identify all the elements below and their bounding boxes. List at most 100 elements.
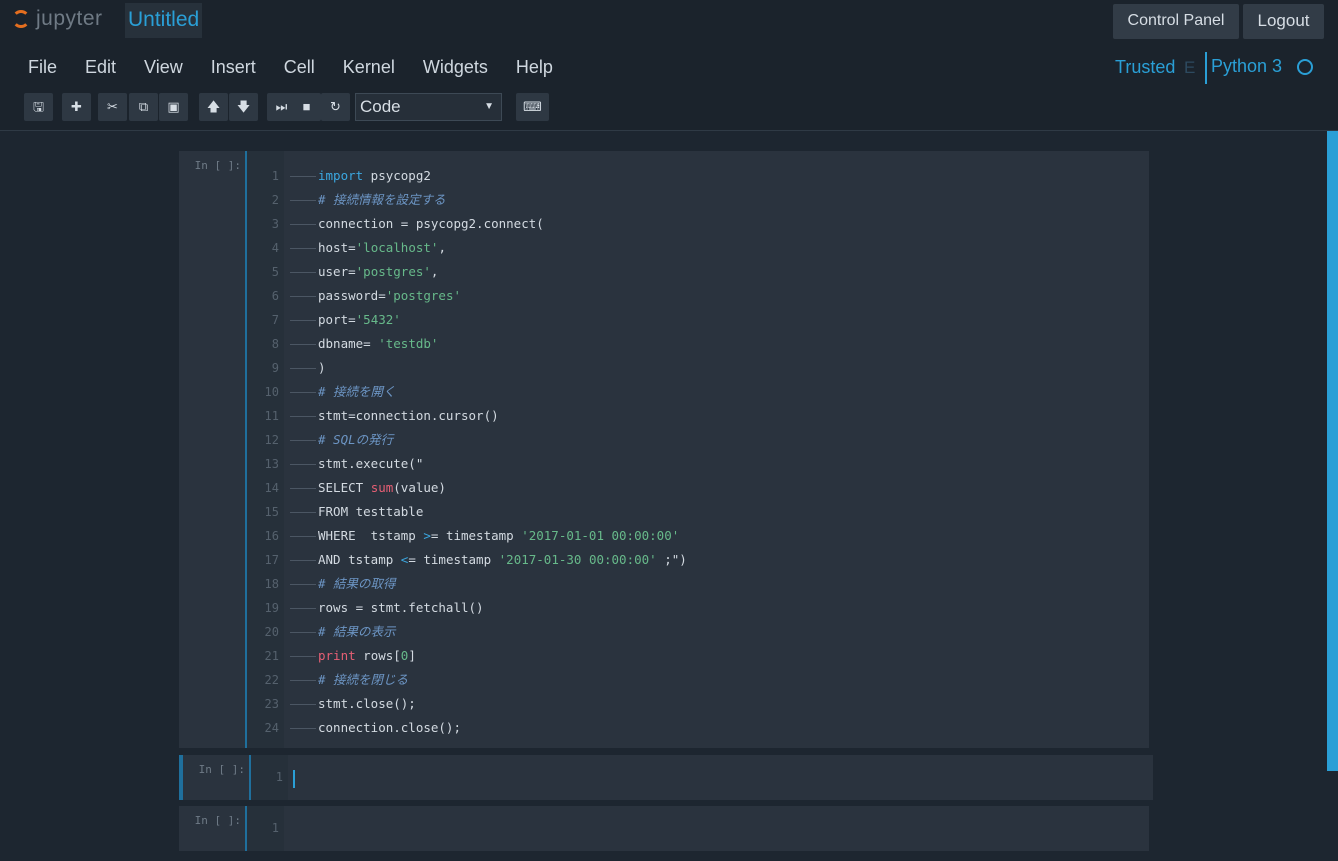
menu-view[interactable]: View <box>130 52 197 82</box>
kernel-name[interactable]: Python 3 <box>1211 56 1282 77</box>
arrow-down-icon: 🡇 <box>236 99 251 114</box>
indent-guide <box>290 728 316 729</box>
code-cell[interactable]: In [ ]: 1 <box>179 755 1153 800</box>
line-number: 2 <box>271 193 279 207</box>
menu-kernel[interactable]: Kernel <box>329 52 409 82</box>
menu-cell[interactable]: Cell <box>270 52 329 82</box>
move-up-button[interactable]: 🡅 <box>199 93 228 121</box>
keyboard-icon: ⌨ <box>523 99 542 114</box>
move-down-button[interactable]: 🡇 <box>229 93 258 121</box>
line-number: 19 <box>264 601 279 615</box>
logout-button[interactable]: Logout <box>1243 4 1324 39</box>
jupyter-logo[interactable]: jupyter <box>12 5 103 33</box>
code-line: 21 print rows[0] <box>265 644 1149 668</box>
indent-guide <box>290 560 316 561</box>
indent-guide <box>290 704 316 705</box>
line-number: 23 <box>264 697 279 711</box>
line-number: 13 <box>264 457 279 471</box>
line-number: 20 <box>264 625 279 639</box>
code-token: # 結果の取得 <box>318 576 396 591</box>
indent-guide <box>290 416 316 417</box>
insert-cell-button[interactable]: ✚ <box>62 93 91 121</box>
code-token: password= <box>318 288 386 303</box>
indent-guide <box>290 488 316 489</box>
interrupt-button[interactable]: ■ <box>292 93 321 121</box>
line-number: 1 <box>271 169 279 183</box>
notebook-scrollbar[interactable] <box>1327 131 1338 771</box>
menu-insert[interactable]: Insert <box>197 52 270 82</box>
code-text: # 結果の取得 <box>318 572 396 596</box>
code-line: 15 FROM testtable <box>265 500 1149 524</box>
code-token: user= <box>318 264 356 279</box>
line-number: 21 <box>264 649 279 663</box>
line-number: 1 <box>275 770 283 784</box>
copy-button[interactable]: ⧉ <box>129 93 158 121</box>
paste-button[interactable]: ▣ <box>159 93 188 121</box>
code-token: , <box>430 264 439 279</box>
trusted-indicator[interactable]: Trusted <box>1115 57 1175 78</box>
logo-text: jupyter <box>36 7 103 30</box>
indent-guide <box>290 392 316 393</box>
code-token: # 接続を閉じる <box>318 672 409 687</box>
line-number: 5 <box>271 265 279 279</box>
code-token: FROM testtable <box>318 504 424 519</box>
code-line: 7 port='5432' <box>272 308 1149 332</box>
line-number: 3 <box>271 217 279 231</box>
menu-widgets[interactable]: Widgets <box>409 52 502 82</box>
code-token: psycopg2 <box>363 168 431 183</box>
code-editor[interactable]: 1 import psycopg2 2 # 接続情報を設定する 3 connection … <box>265 164 1149 740</box>
line-number: 4 <box>271 241 279 255</box>
menu-edit[interactable]: Edit <box>71 52 130 82</box>
code-text: # SQLの発行 <box>318 428 393 452</box>
code-line: 22 # 接続を閉じる <box>265 668 1149 692</box>
menu-help[interactable]: Help <box>502 52 567 82</box>
code-line: 10 # 接続を開く <box>265 380 1149 404</box>
code-line: 19 rows = stmt.fetchall() <box>265 596 1149 620</box>
code-token: (value) <box>393 480 446 495</box>
menu-file[interactable]: File <box>14 52 71 82</box>
code-token: ) <box>318 360 326 375</box>
code-token: ] <box>408 648 416 663</box>
code-token: 'localhost' <box>355 240 439 255</box>
command-palette-button[interactable]: ⌨ <box>516 93 549 121</box>
code-token: rows[ <box>355 648 401 663</box>
code-text: # 接続を閉じる <box>318 668 408 692</box>
code-token: SELECT <box>318 480 371 495</box>
arrow-up-icon: 🡅 <box>206 99 221 114</box>
indent-guide <box>290 464 316 465</box>
plus-icon: ✚ <box>71 99 82 114</box>
code-text: # 結果の表示 <box>318 620 396 644</box>
refresh-icon: ↻ <box>330 99 341 114</box>
code-editor[interactable]: 1 <box>272 816 1149 840</box>
code-line: 12 # SQLの発行 <box>265 428 1149 452</box>
code-cell[interactable]: In [ ]: 1 import psycopg2 2 # 接続情報を設定する 3 conn… <box>179 151 1149 748</box>
restart-button[interactable]: ↻ <box>321 93 350 121</box>
save-button[interactable]: 🖫 <box>24 93 53 121</box>
code-line: 9) <box>272 356 1149 380</box>
code-cell[interactable]: In [ ]: 1 <box>179 806 1149 851</box>
code-token: # 接続情報を設定する <box>318 192 446 207</box>
code-token: stmt.close(); <box>318 696 416 711</box>
cut-button[interactable]: ✂ <box>98 93 127 121</box>
code-token: # 接続を開く <box>318 384 396 399</box>
control-panel-button[interactable]: Control Panel <box>1113 4 1239 39</box>
code-text: rows = stmt.fetchall() <box>318 596 484 620</box>
cell-type-select[interactable]: Code ▼ <box>355 93 502 121</box>
code-line: 17 AND tstamp <= timestamp '2017-01-30 00… <box>265 548 1149 572</box>
indent-guide <box>290 344 316 345</box>
indent-guide <box>290 224 316 225</box>
code-text: user='postgres', <box>318 260 438 284</box>
code-text: import psycopg2 <box>318 164 431 188</box>
code-token: '5432' <box>355 312 401 327</box>
line-number: 15 <box>264 505 279 519</box>
code-editor[interactable]: 1 <box>276 765 1153 789</box>
menubar: File Edit View Insert Cell Kernel Widgets Help <box>14 52 567 82</box>
indent-guide <box>290 272 316 273</box>
code-token: import <box>318 168 364 183</box>
notebook-name[interactable]: Untitled <box>125 3 203 38</box>
code-text: stmt.execute(" <box>318 452 423 476</box>
code-line: 8 dbname= 'testdb' <box>272 332 1149 356</box>
code-text: connection = psycopg2.connect( <box>318 212 544 236</box>
code-text: ) <box>318 356 326 380</box>
line-number: 14 <box>264 481 279 495</box>
